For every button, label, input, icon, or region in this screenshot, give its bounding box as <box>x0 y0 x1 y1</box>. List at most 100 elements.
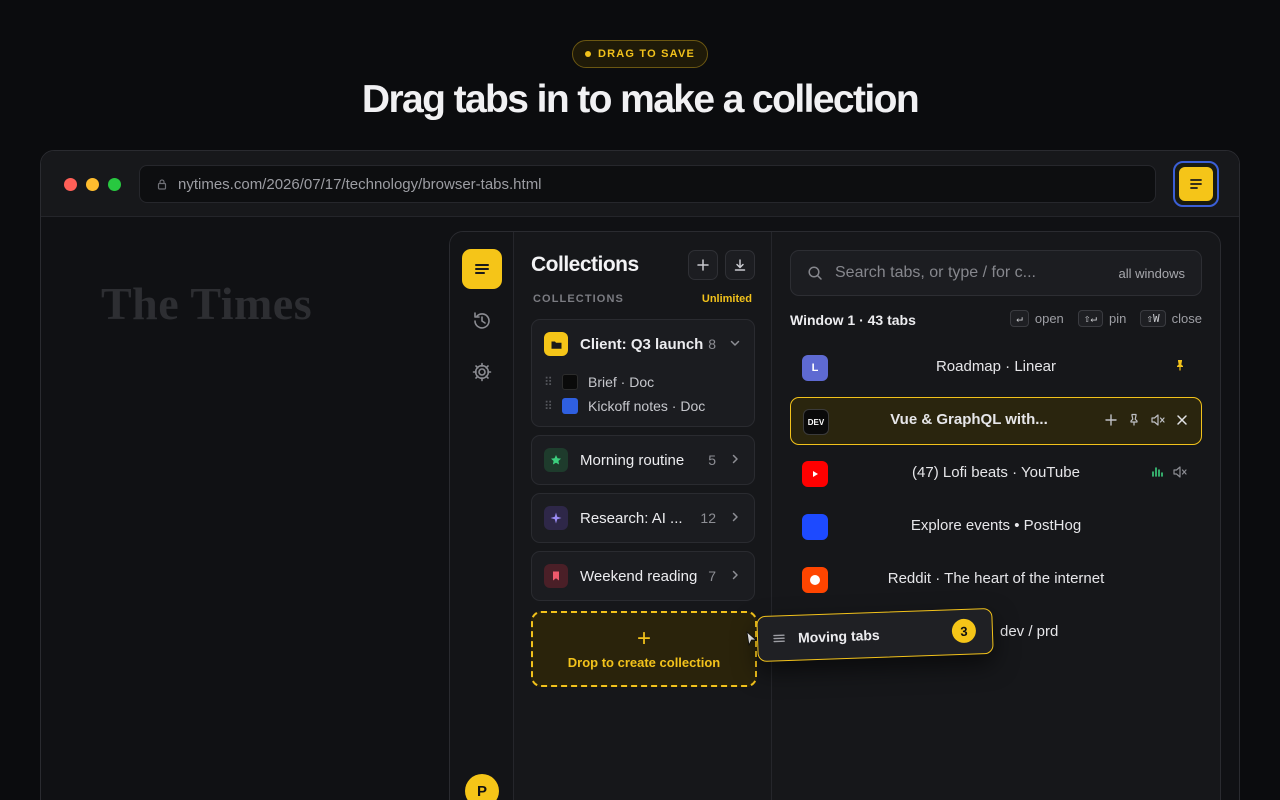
search-scope[interactable]: all windows <box>1119 266 1185 281</box>
tab-row[interactable]: Explore events • PostHog <box>790 503 1202 551</box>
tab-row[interactable]: L Roadmap · Linear <box>790 344 1202 392</box>
section-label: COLLECTIONS <box>533 293 624 305</box>
collection-name: Client: Q3 launch <box>580 335 704 353</box>
extension-icon-wrap <box>1177 165 1215 203</box>
tab-title: Explore events • PostHog <box>910 517 1082 534</box>
pin-icon[interactable] <box>1127 413 1141 427</box>
add-collection-button[interactable] <box>688 250 718 280</box>
collections-title: Collections <box>531 253 639 276</box>
hint-key: ↵ <box>1010 310 1029 327</box>
close-icon[interactable] <box>1175 413 1189 427</box>
tab-title: dev / prd <box>1000 623 1059 640</box>
hint-key: ⇧W <box>1140 310 1166 327</box>
avatar[interactable]: P <box>465 774 499 800</box>
import-button[interactable] <box>725 250 755 280</box>
linear-favicon: L <box>802 355 828 381</box>
list-icon <box>1190 179 1202 189</box>
collection-count: 7 <box>708 568 716 584</box>
mute-icon[interactable] <box>1150 413 1166 427</box>
audio-playing-icon <box>1152 467 1163 477</box>
collection-card[interactable]: Morning routine 5 <box>531 435 755 485</box>
lock-icon <box>157 179 167 190</box>
pin-icon[interactable] <box>1174 359 1186 371</box>
star-icon <box>544 448 568 472</box>
search-icon <box>808 266 822 280</box>
plus-icon: + <box>636 624 651 652</box>
side-rail: P <box>450 232 514 800</box>
list-icon <box>475 264 489 274</box>
address-bar[interactable]: nytimes.com/2026/07/17/technology/browse… <box>139 165 1156 203</box>
badge-dot <box>584 51 591 57</box>
sparkle-icon <box>544 506 568 530</box>
page-logo: The Times <box>101 278 313 329</box>
collection-name: Morning routine <box>580 451 685 469</box>
hint-label: close <box>1171 311 1202 326</box>
minimize-window-button[interactable] <box>86 178 99 191</box>
download-icon <box>734 259 746 271</box>
collection-name: Research: AI ... <box>580 509 683 527</box>
search-input[interactable]: Search tabs, or type / for c... all wind… <box>790 250 1202 296</box>
drag-preview: Moving tabs 3 <box>756 607 994 663</box>
history-icon[interactable] <box>471 310 493 332</box>
tab-title: Roadmap · Linear <box>935 358 1057 375</box>
chevron-right-icon[interactable] <box>728 452 742 466</box>
tab-row-active[interactable]: DEV Vue & GraphQL with... <box>790 397 1202 445</box>
hero-badge: DRAG TO SAVE <box>572 40 708 68</box>
collection-tab-title: Kickoff notes · Doc <box>588 398 706 414</box>
plus-icon <box>697 259 709 271</box>
chevron-right-icon[interactable] <box>728 568 742 582</box>
extension-panel: P Collections COLLECTIONS Unlimited Clie… <box>449 231 1221 800</box>
collection-card[interactable]: Research: AI ... 12 <box>531 493 755 543</box>
chevron-right-icon[interactable] <box>728 510 742 524</box>
bookmark-icon <box>544 564 568 588</box>
hint-label: open <box>1034 311 1064 326</box>
close-window-button[interactable] <box>64 178 77 191</box>
collection-count: 12 <box>700 510 716 526</box>
drag-handle-icon <box>773 634 785 643</box>
dev-favicon: DEV <box>803 409 829 435</box>
tab-row[interactable]: Reddit · The heart of the internet <box>790 556 1202 604</box>
collections-column: Collections COLLECTIONS Unlimited Client… <box>514 232 772 800</box>
collection-tab-item[interactable]: ⠿ Brief · Doc <box>544 374 654 390</box>
collection-count: 5 <box>708 452 716 468</box>
chevron-down-icon[interactable] <box>728 336 742 350</box>
collection-tab-title: Brief · Doc <box>588 374 655 390</box>
tab-row[interactable]: (47) Lofi beats · YouTube <box>790 450 1202 498</box>
drag-handle-icon[interactable]: ⠿ <box>544 375 553 389</box>
keyboard-hints: ↵ open ⇧↵ pin ⇧W close <box>1002 310 1202 327</box>
hint-label: pin <box>1109 311 1127 326</box>
drag-count-badge: 3 <box>951 618 977 644</box>
collection-tab-item[interactable]: ⠿ Kickoff notes · Doc <box>544 398 705 414</box>
plus-icon[interactable] <box>1104 413 1118 427</box>
gear-icon[interactable] <box>471 361 493 383</box>
hero-title: Drag tabs in to make a collection <box>361 78 920 121</box>
extension-button[interactable] <box>1173 161 1219 207</box>
browser-toolbar: nytimes.com/2026/07/17/technology/browse… <box>41 151 1239 217</box>
url-text: nytimes.com/2026/07/17/technology/browse… <box>178 175 542 193</box>
posthog-favicon <box>802 514 828 540</box>
hint-key: ⇧↵ <box>1077 310 1104 327</box>
search-placeholder: Search tabs, or type / for c... <box>835 264 1036 281</box>
tab-title: Reddit · The heart of the internet <box>887 570 1105 587</box>
dropzone-label: Drop to create collection <box>567 654 721 670</box>
folder-icon <box>544 332 568 356</box>
collection-card[interactable]: Client: Q3 launch 8 ⠿ Brief · Doc ⠿ Kick… <box>531 319 755 427</box>
doc-favicon <box>562 398 578 414</box>
reddit-favicon <box>802 567 828 593</box>
plan-badge: Unlimited <box>701 293 752 305</box>
collection-card[interactable]: Weekend reading 7 <box>531 551 755 601</box>
app-logo[interactable] <box>462 249 502 289</box>
maximize-window-button[interactable] <box>108 178 121 191</box>
youtube-favicon <box>802 461 828 487</box>
tabs-column: Search tabs, or type / for c... all wind… <box>772 232 1220 800</box>
window-label: Window 1 · 43 tabs <box>790 312 916 328</box>
drag-label: Moving tabs <box>797 626 880 646</box>
doc-favicon <box>562 374 578 390</box>
new-collection-dropzone[interactable]: + Drop to create collection <box>531 611 757 687</box>
drag-handle-icon[interactable]: ⠿ <box>544 399 553 413</box>
tab-title: Vue & GraphQL with... <box>890 411 1048 428</box>
collection-count: 8 <box>708 336 716 352</box>
hero-badge-label: DRAG TO SAVE <box>597 48 696 60</box>
mute-icon[interactable] <box>1172 465 1188 479</box>
tab-title: (47) Lofi beats · YouTube <box>912 464 1080 481</box>
